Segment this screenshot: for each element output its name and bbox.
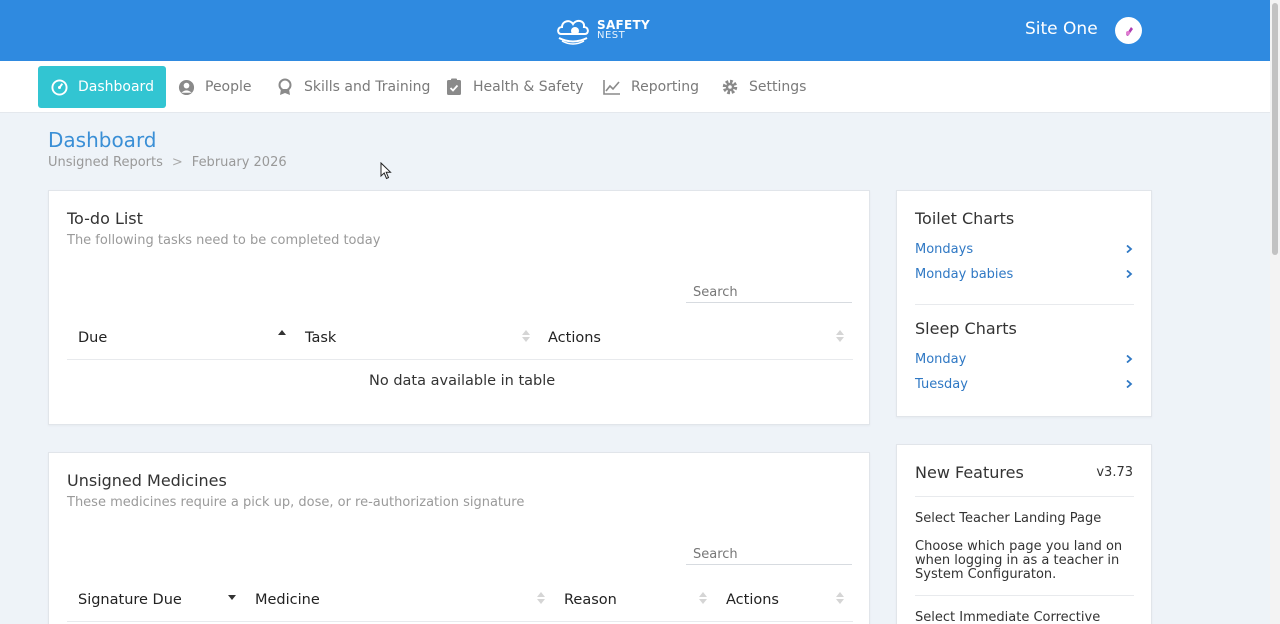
unsigned-medicines-card: Unsigned Medicines These medicines requi… [48,452,870,624]
chevron-right-icon[interactable] [1125,355,1133,363]
feature-title: Select Teacher Landing Page [915,511,1102,526]
todo-card: To-do List The following tasks need to b… [48,190,870,425]
scrollbar-thumb[interactable] [1272,3,1278,255]
nav-label: Skills and Training [304,79,431,95]
toilet-charts-title: Toilet Charts [915,209,1015,228]
dashboard-icon [50,78,68,96]
medicines-search-input[interactable]: Search [686,541,852,565]
column-header-task[interactable]: Task [305,330,336,346]
column-header-signature-due[interactable]: Signature Due [78,592,182,608]
sleep-charts-title: Sleep Charts [915,319,1017,338]
award-icon [276,78,294,96]
site-name[interactable]: Site One [1025,19,1098,39]
column-header-reason[interactable]: Reason [564,592,617,608]
nest-logo-icon [557,19,589,45]
todo-search-input[interactable]: Search [686,279,852,303]
section-divider [915,595,1134,596]
nav-label: Settings [749,79,807,95]
todo-subtitle: The following tasks need to be completed… [67,233,381,248]
column-header-actions[interactable]: Actions [548,330,601,346]
new-features-title: New Features [915,463,1024,482]
empty-table-message: No data available in table [369,373,556,389]
sleep-chart-link[interactable]: Monday [915,352,966,367]
toilet-chart-link[interactable]: Mondays [915,242,973,257]
line-chart-icon [603,78,621,96]
app-logo[interactable]: SAFETY NEST [555,14,650,46]
chevron-right-icon[interactable] [1125,245,1133,253]
sleep-chart-link[interactable]: Tuesday [915,377,968,392]
page-title: Dashboard [48,128,157,152]
medicines-title: Unsigned Medicines [67,471,227,490]
nav-people[interactable]: People [177,66,252,108]
chevron-right-icon: > [171,155,183,170]
sort-icon[interactable] [537,592,545,606]
logo-text-secondary: NEST [597,30,626,41]
new-features-card: New Features v3.73 Select Teacher Landin… [896,444,1152,624]
avatar-icon [1125,26,1133,36]
feature-description: Choose which page you land on when loggi… [915,539,1123,582]
gear-icon [721,78,739,96]
sort-descending-icon[interactable] [228,592,236,606]
nav-label: Dashboard [78,79,154,95]
feature-title: Select Immediate Corrective [915,610,1101,624]
section-divider [915,304,1134,305]
table-divider [67,621,853,622]
sort-icon[interactable] [522,330,530,344]
nav-label: Health & Safety [473,79,584,95]
medicines-subtitle: These medicines require a pick up, dose,… [67,495,525,510]
toilet-chart-link[interactable]: Monday babies [915,267,1013,282]
sort-ascending-icon[interactable] [278,330,286,344]
column-header-due[interactable]: Due [78,330,107,346]
page-scrollbar[interactable] [1270,0,1280,624]
section-divider [915,496,1134,497]
nav-label: People [205,79,252,95]
breadcrumb-item[interactable]: Unsigned Reports [48,155,163,170]
top-header: SAFETY NEST Site One [0,0,1270,61]
chevron-right-icon[interactable] [1125,270,1133,278]
breadcrumb-item: February 2026 [191,155,287,170]
mouse-cursor-icon [380,162,392,180]
clipboard-check-icon [445,78,463,96]
table-divider [67,359,853,360]
column-header-actions[interactable]: Actions [726,592,779,608]
nav-label: Reporting [631,79,700,95]
person-icon [177,78,195,96]
user-avatar[interactable] [1115,17,1142,44]
todo-title: To-do List [67,209,143,228]
nav-dashboard[interactable]: Dashboard [38,66,166,108]
chevron-right-icon[interactable] [1125,380,1133,388]
version-label: v3.73 [1096,465,1133,480]
sort-icon[interactable] [836,330,844,344]
column-header-medicine[interactable]: Medicine [255,592,320,608]
charts-card: Toilet Charts Mondays Monday babies Slee… [896,190,1152,417]
main-nav: Dashboard People Skills and Training Hea… [0,61,1270,113]
breadcrumb: Unsigned Reports > February 2026 [48,155,287,170]
nav-settings[interactable]: Settings [721,66,806,108]
nav-health-safety[interactable]: Health & Safety [445,66,584,108]
nav-skills-training[interactable]: Skills and Training [276,66,430,108]
sort-icon[interactable] [836,592,844,606]
nav-reporting[interactable]: Reporting [603,66,699,108]
sort-icon[interactable] [699,592,707,606]
